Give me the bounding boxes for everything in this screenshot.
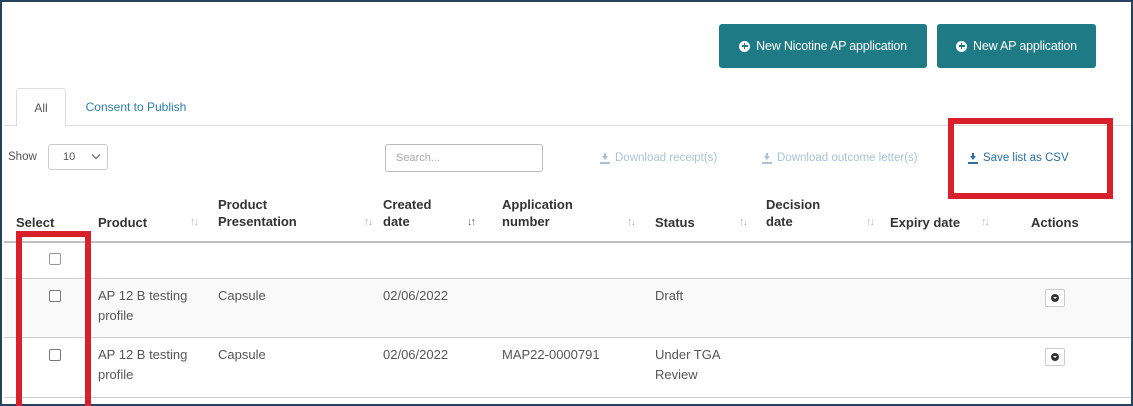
cell-text: Under TGA bbox=[655, 347, 721, 362]
sort-icon[interactable]: ↑↓ bbox=[627, 216, 636, 228]
download-receipts-link[interactable]: Download receipt(s) bbox=[600, 152, 717, 164]
col-header-application-number[interactable]: Application number bbox=[502, 196, 573, 230]
sort-icon[interactable]: ↑↓ bbox=[739, 216, 748, 228]
row-actions-button[interactable] bbox=[1045, 348, 1065, 366]
col-header-label: date bbox=[383, 214, 410, 229]
cell-text: AP 12 B testing bbox=[98, 288, 188, 303]
download-receipts-label: Download receipt(s) bbox=[615, 152, 718, 164]
row-actions-button[interactable] bbox=[1045, 289, 1065, 307]
caret-down-circle-icon bbox=[1051, 294, 1059, 302]
download-outcome-letters-link[interactable]: Download outcome letter(s) bbox=[762, 152, 918, 164]
cell-status: Draft bbox=[655, 286, 683, 306]
cell-text: profile bbox=[98, 367, 134, 382]
sort-icon[interactable]: ↑↓ bbox=[190, 216, 199, 228]
col-header-label: date bbox=[766, 214, 793, 229]
col-header-select[interactable]: Select bbox=[16, 214, 54, 231]
caret-down-circle-icon bbox=[1051, 353, 1059, 361]
chevron-down-icon bbox=[91, 150, 101, 160]
tab-all[interactable]: All bbox=[16, 88, 66, 127]
col-header-status[interactable]: Status bbox=[655, 214, 695, 231]
cell-text: profile bbox=[98, 308, 134, 323]
cell-status: Under TGA Review bbox=[655, 345, 721, 385]
cell-created-date: 02/06/2022 bbox=[383, 347, 449, 362]
cell-product: AP 12 B testing profile bbox=[98, 286, 187, 326]
highlight-box-select-column bbox=[16, 231, 91, 406]
new-ap-application-label: New AP application bbox=[973, 39, 1077, 53]
row-divider bbox=[4, 337, 1131, 338]
sort-descending-icon[interactable]: ↓↑ bbox=[467, 216, 476, 228]
download-icon bbox=[762, 152, 772, 164]
cell-presentation: Capsule bbox=[218, 347, 266, 362]
cell-application-number: MAP22-0000791 bbox=[502, 347, 600, 362]
new-ap-application-button[interactable]: New AP application bbox=[937, 24, 1096, 68]
col-header-decision-date[interactable]: Decision date bbox=[766, 196, 820, 230]
highlight-box-save-csv bbox=[948, 118, 1113, 199]
cell-product: AP 12 B testing profile bbox=[98, 345, 187, 385]
sort-icon[interactable]: ↑↓ bbox=[981, 216, 990, 228]
cell-created-date: 02/06/2022 bbox=[383, 288, 449, 303]
col-header-label: Decision bbox=[766, 197, 821, 212]
col-header-label: number bbox=[502, 214, 550, 229]
new-nicotine-ap-application-label: New Nicotine AP application bbox=[756, 39, 907, 53]
col-header-product[interactable]: Product bbox=[98, 214, 147, 231]
col-header-label: Presentation bbox=[218, 214, 297, 229]
col-header-label: Product bbox=[218, 197, 268, 212]
col-header-label: Application bbox=[502, 197, 573, 212]
page-length-value: 10 bbox=[63, 151, 76, 163]
page-length-select[interactable]: 10 bbox=[48, 144, 108, 170]
search-input[interactable] bbox=[385, 144, 543, 172]
cell-text: Draft bbox=[655, 288, 684, 303]
cell-text: Review bbox=[655, 367, 698, 382]
col-header-created-date[interactable]: Created date bbox=[383, 196, 431, 230]
table-header-divider bbox=[4, 241, 1131, 243]
plus-circle-icon bbox=[956, 40, 968, 52]
cell-presentation: Capsule bbox=[218, 288, 266, 303]
download-outcome-letters-label: Download outcome letter(s) bbox=[777, 152, 918, 164]
col-header-expiry-date[interactable]: Expiry date bbox=[890, 214, 960, 231]
new-nicotine-ap-application-button[interactable]: New Nicotine AP application bbox=[719, 24, 927, 68]
tab-consent-to-publish[interactable]: Consent to Publish bbox=[76, 88, 196, 126]
col-header-actions: Actions bbox=[1031, 215, 1079, 230]
plus-circle-icon bbox=[739, 40, 751, 52]
sort-icon[interactable]: ↑↓ bbox=[364, 216, 373, 228]
download-icon bbox=[600, 152, 610, 164]
row-divider bbox=[4, 397, 1131, 398]
col-header-product-presentation[interactable]: Product Presentation bbox=[218, 196, 297, 230]
cell-text: AP 12 B testing bbox=[98, 347, 188, 362]
sort-icon[interactable]: ↑↓ bbox=[866, 216, 875, 228]
show-label: Show bbox=[8, 151, 37, 163]
col-header-label: Created bbox=[383, 197, 432, 212]
